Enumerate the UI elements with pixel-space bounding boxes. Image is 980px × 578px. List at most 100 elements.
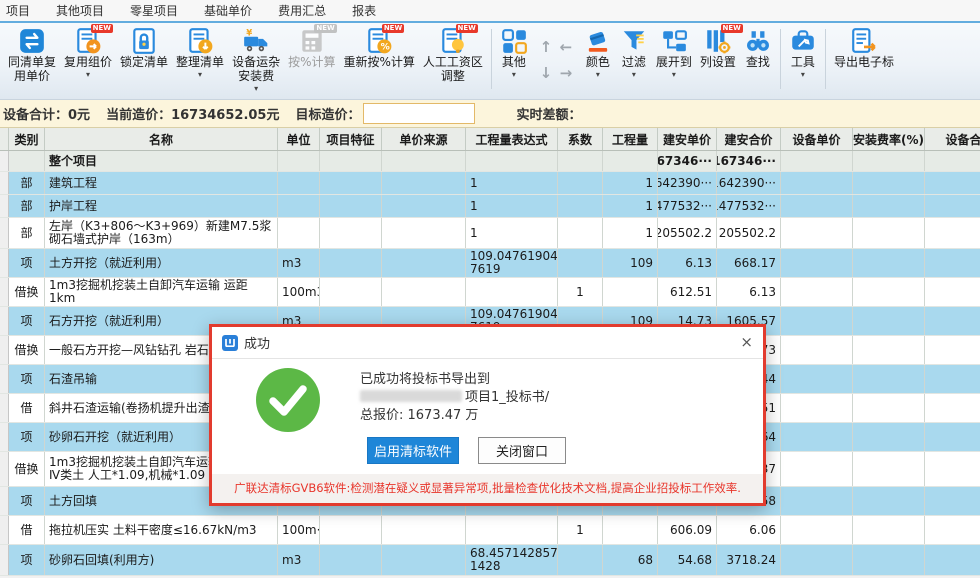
cell-coef xyxy=(558,151,603,171)
cell-unit_price: 1642390··· xyxy=(658,172,717,194)
tool-find-binoculars[interactable]: 查找 xyxy=(744,27,772,70)
tool-labor-wage-adjust[interactable]: NEW人工工资区 调整 xyxy=(423,27,483,84)
recalc-percent-icon: %NEW xyxy=(365,27,393,55)
menu-item-1[interactable]: 项目 xyxy=(6,2,30,19)
cell-coef xyxy=(558,218,603,248)
tool-reuse-group-price[interactable]: NEW复用组价▾ xyxy=(64,27,112,79)
table-row-3[interactable]: 部护岸工程111477532···1477532··· xyxy=(0,195,980,218)
cell-indicator xyxy=(0,516,9,544)
cell-total_price: 167346··· xyxy=(717,151,781,171)
close-icon[interactable]: × xyxy=(740,335,753,350)
target-price-input[interactable] xyxy=(363,103,475,124)
cell-device_price xyxy=(781,545,853,575)
tool-expand-to[interactable]: 展开到▾ xyxy=(656,27,692,79)
column-header-name[interactable]: 名称 xyxy=(45,128,278,150)
column-header-device_price[interactable]: 设备单价 xyxy=(781,128,853,150)
table-row-14[interactable]: 借拖拉机压实 土料干密度≤16.67kN/m3100m···1606.096.0… xyxy=(0,516,980,545)
menu-item-5[interactable]: 费用汇总 xyxy=(278,2,326,19)
cell-install_rate xyxy=(853,365,925,393)
cell-name: 1m3挖掘机挖装土自卸汽车运输 运距1km xyxy=(45,278,278,306)
nav-arrow-icon[interactable]: ← xyxy=(560,39,573,56)
cell-device_total xyxy=(925,423,980,451)
cell-feature xyxy=(320,249,382,277)
cell-feature xyxy=(320,195,382,217)
cell-install_rate xyxy=(853,487,925,515)
menu-item-2[interactable]: 其他项目 xyxy=(56,2,104,19)
tool-tools[interactable]: 工具▾ xyxy=(789,27,817,79)
color-bucket-icon xyxy=(584,27,612,55)
tool-lock-list[interactable]: 锁定清单 xyxy=(120,27,168,70)
cell-install_rate xyxy=(853,307,925,335)
cell-device_total xyxy=(925,336,980,364)
cell-total_price: 1642390··· xyxy=(717,172,781,194)
cell-device_price xyxy=(781,172,853,194)
table-row-2[interactable]: 部建筑工程111642390···1642390··· xyxy=(0,172,980,195)
cell-indicator xyxy=(0,218,9,248)
toolbar-separator xyxy=(491,29,492,89)
cell-qty: 1 xyxy=(603,172,658,194)
cell-expr xyxy=(466,151,558,171)
expand-to-icon xyxy=(660,27,688,55)
tool-percent-calc[interactable]: NEW按%计算 xyxy=(288,27,335,70)
dialog-buttons: 启用清标软件 关闭窗口 xyxy=(367,437,763,464)
chevron-down-icon: ▾ xyxy=(254,85,258,93)
tool-other-grid[interactable]: 其他▾ xyxy=(500,27,528,79)
cell-indicator xyxy=(0,151,9,171)
cell-unit: m3 xyxy=(278,249,320,277)
tool-recalc-percent[interactable]: %NEW重新按%计算 xyxy=(343,27,414,70)
tool-color-bucket[interactable]: 颜色▾ xyxy=(584,27,612,79)
column-header-qty[interactable]: 工程量 xyxy=(603,128,658,150)
tool-export-ebid[interactable]: 导出电子标 xyxy=(834,27,894,70)
tool-label: 查找 xyxy=(746,56,770,70)
tool-column-settings[interactable]: NEW列设置 xyxy=(700,27,736,70)
column-header-unit_price[interactable]: 建安单价 xyxy=(658,128,717,150)
toolbar: 同清单复 用单价NEW复用组价▾锁定清单整理清单▾¥设备运杂 安装费▾NEW按%… xyxy=(0,23,980,100)
tool-label: 设备运杂 安装费 xyxy=(232,56,280,84)
tool-tidy-list[interactable]: 整理清单▾ xyxy=(176,27,224,79)
nav-arrow-icon[interactable]: → xyxy=(560,65,573,82)
enable-qingbiao-button[interactable]: 启用清标软件 xyxy=(367,437,459,464)
labor-wage-adjust-icon: NEW xyxy=(439,27,467,55)
column-header-source[interactable]: 单价来源 xyxy=(382,128,466,150)
tool-same-list-reuse[interactable]: 同清单复 用单价 xyxy=(8,27,56,84)
svg-text:%: % xyxy=(381,43,390,53)
cell-install_rate xyxy=(853,545,925,575)
column-header-expr[interactable]: 工程量表达式 xyxy=(466,128,558,150)
column-header-install_rate[interactable]: 安装费率(%) xyxy=(853,128,925,150)
app-logo-icon xyxy=(222,335,238,351)
percent-calc-icon: NEW xyxy=(298,27,326,55)
menu-bar: 项目 其他项目 零星项目 基础单价 费用汇总 报表 xyxy=(0,0,980,23)
tool-filter-funnel[interactable]: 过滤▾ xyxy=(620,27,648,79)
cell-total_price: 1477532··· xyxy=(717,195,781,217)
cell-expr: 1 xyxy=(466,172,558,194)
tool-nav-arrows[interactable]: ↑ ← ↓ → xyxy=(536,35,576,87)
column-header-coef[interactable]: 系数 xyxy=(558,128,603,150)
find-binoculars-icon xyxy=(744,27,772,55)
tool-label: 展开到 xyxy=(656,56,692,70)
menu-item-6[interactable]: 报表 xyxy=(352,2,376,19)
cell-feature xyxy=(320,516,382,544)
table-row-4[interactable]: 部左岸（K3+806～K3+969）新建M7.5浆砌石墙式护岸（163m）112… xyxy=(0,218,980,249)
column-header-device_total[interactable]: 设备合价 xyxy=(925,128,980,150)
cell-expr: 109.04761904 7619 xyxy=(466,249,558,277)
cell-install_rate xyxy=(853,172,925,194)
column-header-feature[interactable]: 项目特征 xyxy=(320,128,382,150)
cell-device_price xyxy=(781,394,853,422)
cell-category: 项 xyxy=(9,249,45,277)
table-row-6[interactable]: 借换1m3挖掘机挖装土自卸汽车运输 运距1km100m31612.516.13 xyxy=(0,278,980,307)
cell-unit_price: 6.13 xyxy=(658,249,717,277)
close-window-button[interactable]: 关闭窗口 xyxy=(478,437,566,464)
column-header-unit[interactable]: 单位 xyxy=(278,128,320,150)
menu-item-3[interactable]: 零星项目 xyxy=(130,2,178,19)
column-header-total_price[interactable]: 建安合价 xyxy=(717,128,781,150)
column-header-category[interactable]: 类别 xyxy=(9,128,45,150)
redacted-path xyxy=(360,390,462,402)
nav-arrow-icon[interactable]: ↑ xyxy=(540,39,553,56)
menu-item-4[interactable]: 基础单价 xyxy=(204,2,252,19)
tool-equipment-fee[interactable]: ¥设备运杂 安装费▾ xyxy=(232,27,280,93)
table-row-15[interactable]: 项砂卵石回填(利用方)m368.457142857 14286854.68371… xyxy=(0,545,980,576)
table-row-5[interactable]: 项土方开挖（就近利用）m3109.04761904 76191096.13668… xyxy=(0,249,980,278)
table-row-1[interactable]: 整个项目167346···167346··· xyxy=(0,151,980,172)
column-header-indicator[interactable] xyxy=(0,128,9,150)
nav-arrow-icon[interactable]: ↓ xyxy=(540,65,553,82)
